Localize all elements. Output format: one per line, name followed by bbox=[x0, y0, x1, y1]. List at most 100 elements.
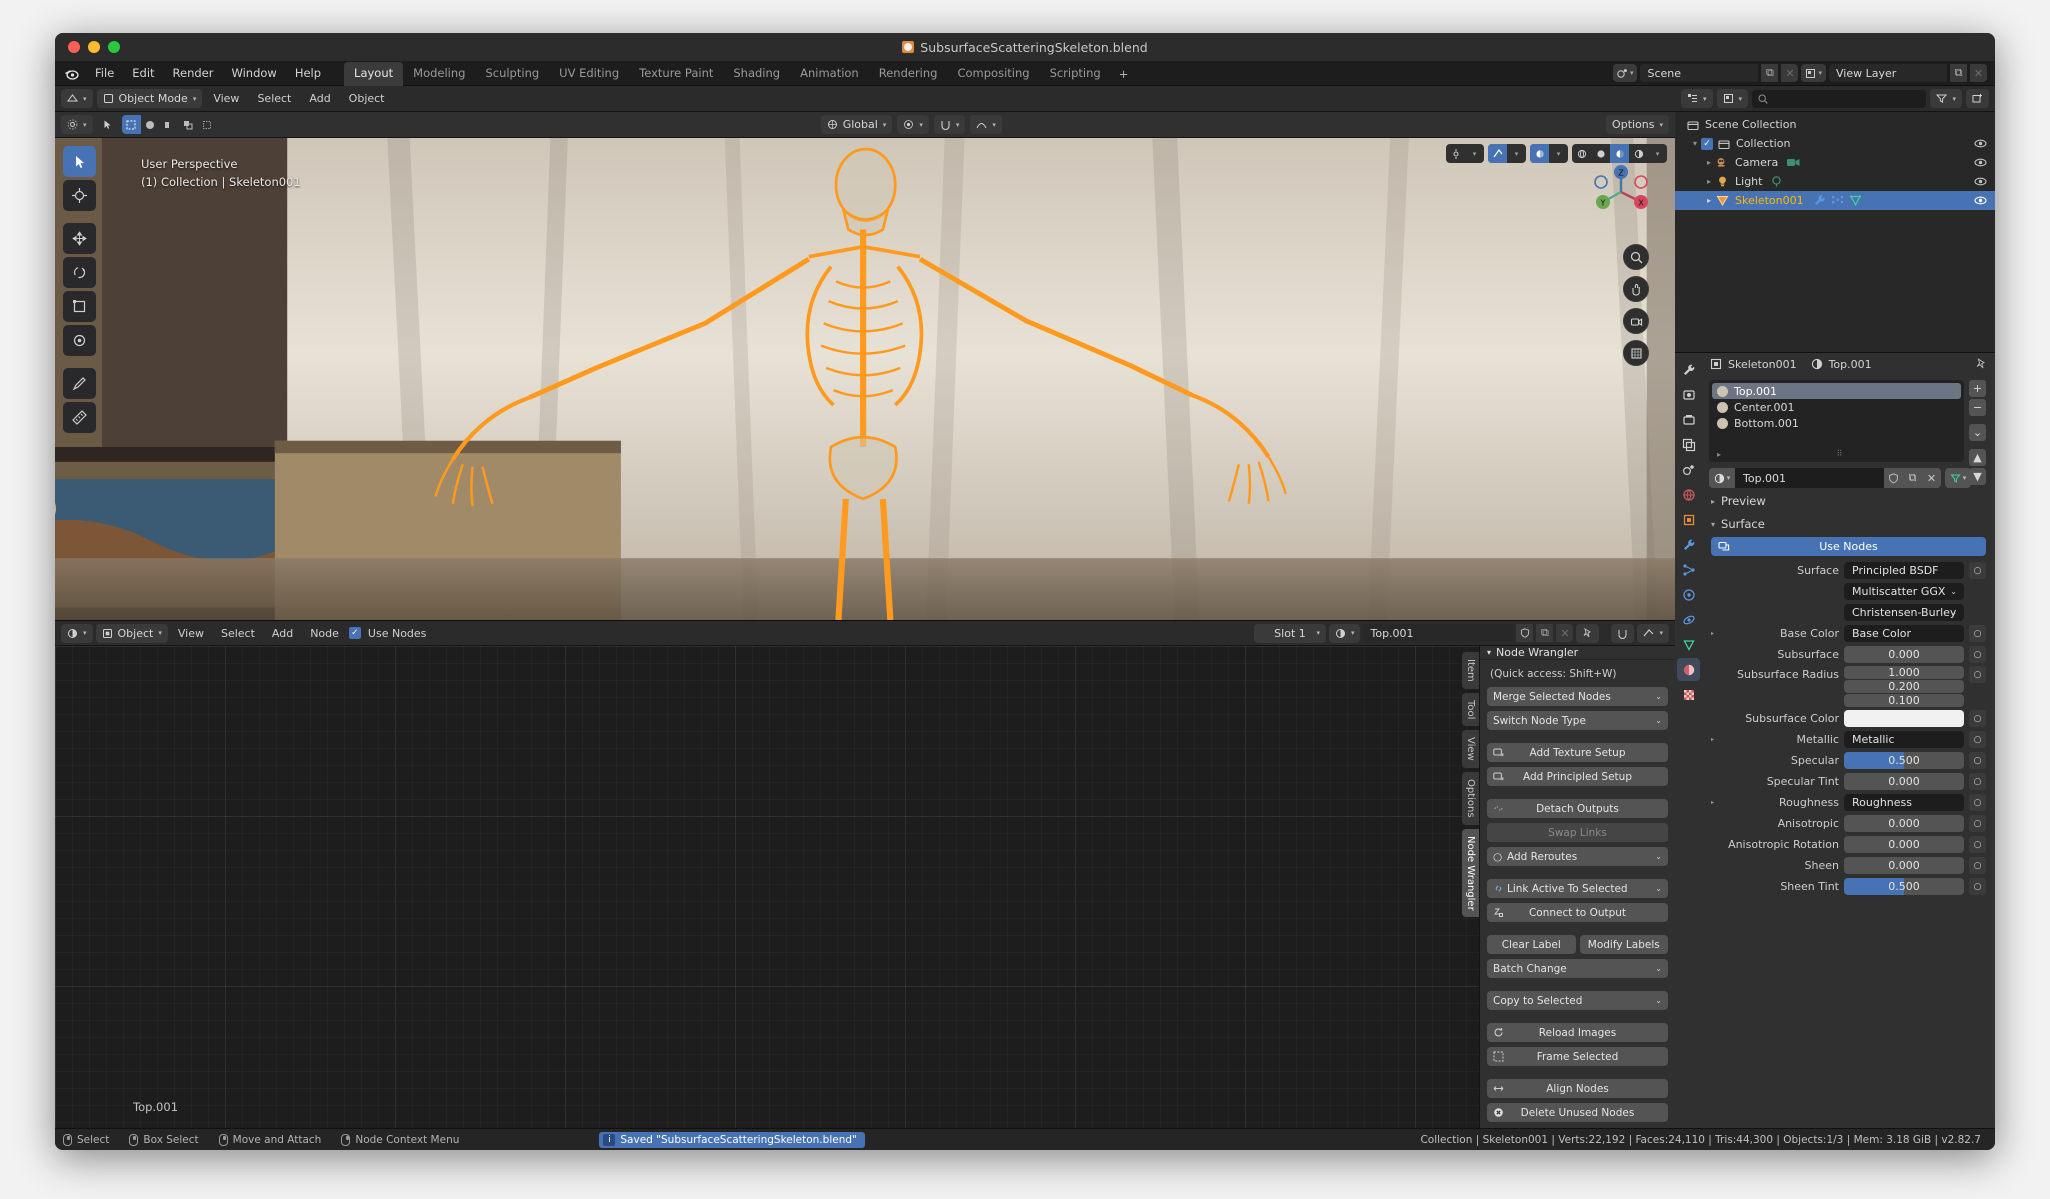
specular-tint-slider[interactable]: 0.000 bbox=[1844, 773, 1964, 790]
light-data-icon[interactable] bbox=[1770, 175, 1783, 188]
fake-user-toggle[interactable] bbox=[1884, 468, 1903, 488]
switch-node-type-dropdown[interactable]: Switch Node Type ⌄ bbox=[1487, 711, 1668, 730]
expand-triangle-icon[interactable]: ▸ bbox=[1711, 799, 1714, 806]
3d-viewport[interactable]: User Perspective (1) Collection | Skelet… bbox=[55, 138, 1675, 620]
animate-property-icon[interactable]: ○ bbox=[1969, 752, 1986, 769]
frame-selected-button[interactable]: Frame Selected bbox=[1487, 1047, 1668, 1066]
menu-window[interactable]: Window bbox=[222, 63, 285, 83]
viewport-options-button[interactable]: Options ▾ bbox=[1606, 115, 1670, 134]
specular-slider[interactable]: 0.500 bbox=[1844, 752, 1964, 769]
add-reroutes-dropdown[interactable]: ○ Add Reroutes ⌄ bbox=[1487, 847, 1668, 866]
tab-view[interactable]: View bbox=[1462, 730, 1479, 768]
move-slot-up-button[interactable]: ▲ bbox=[1969, 449, 1986, 466]
properties-tab-material[interactable] bbox=[1677, 658, 1700, 681]
animate-property-icon[interactable]: ○ bbox=[1969, 562, 1986, 579]
animate-property-icon[interactable]: ○ bbox=[1969, 878, 1986, 895]
tab-node-wrangler[interactable]: Node Wrangler bbox=[1462, 828, 1479, 918]
xray-dropdown-icon[interactable]: ▾ bbox=[1549, 144, 1568, 163]
material-browse-icon[interactable]: ▾ bbox=[1328, 623, 1361, 643]
show-gizmo-icon[interactable] bbox=[1446, 144, 1465, 163]
properties-tab-scene[interactable] bbox=[1677, 458, 1700, 481]
tab-modeling[interactable]: Modeling bbox=[403, 62, 475, 86]
tab-item[interactable]: Item bbox=[1462, 652, 1479, 689]
duplicate-material-button[interactable]: ⧉ bbox=[1536, 624, 1554, 642]
tab-tool[interactable]: Tool bbox=[1462, 692, 1479, 727]
viewlayer-browse-icon[interactable]: ▾ bbox=[1801, 64, 1826, 82]
tool-rotate-icon[interactable] bbox=[63, 257, 96, 288]
node-menu-select[interactable]: Select bbox=[214, 627, 262, 640]
list-resize-grip[interactable]: ⠿ bbox=[1837, 449, 1844, 458]
move-slot-down-button[interactable]: ▼ bbox=[1969, 468, 1986, 485]
visibility-eye-icon[interactable] bbox=[1974, 137, 1987, 150]
tab-layout[interactable]: Layout bbox=[344, 61, 404, 86]
outliner-new-collection-icon[interactable] bbox=[1966, 89, 1989, 108]
tool-transform-icon[interactable] bbox=[63, 325, 96, 356]
node-wrangler-header[interactable]: ▾ Node Wrangler bbox=[1480, 646, 1675, 660]
node-menu-add[interactable]: Add bbox=[265, 627, 300, 640]
surface-shader-selector[interactable]: Principled BSDF bbox=[1844, 562, 1964, 579]
menu-file[interactable]: File bbox=[86, 63, 123, 83]
outliner-filter-icon[interactable]: ▾ bbox=[1930, 89, 1962, 108]
viewport-menu-select[interactable]: Select bbox=[250, 92, 298, 105]
anisotropic-slider[interactable]: 0.000 bbox=[1844, 815, 1964, 832]
list-expand-triangle-icon[interactable]: ▸ bbox=[1717, 450, 1721, 459]
animate-property-icon[interactable]: ○ bbox=[1969, 773, 1986, 790]
tab-compositing[interactable]: Compositing bbox=[947, 62, 1039, 86]
add-principled-setup-button[interactable]: Add Principled Setup bbox=[1487, 767, 1668, 786]
unlink-material-button[interactable]: ✕ bbox=[1922, 468, 1941, 488]
properties-tab-world[interactable] bbox=[1677, 483, 1700, 506]
properties-tab-object[interactable] bbox=[1677, 508, 1700, 531]
outliner[interactable]: Scene Collection ▾ ✓ Collection ▸ Camera bbox=[1675, 112, 1995, 352]
animate-property-icon[interactable]: ○ bbox=[1969, 731, 1986, 748]
detach-outputs-button[interactable]: Detach Outputs bbox=[1487, 799, 1668, 818]
disclosure-triangle-icon[interactable]: ▾ bbox=[1693, 139, 1697, 148]
expand-triangle-icon[interactable]: ▸ bbox=[1711, 630, 1714, 637]
visibility-eye-icon[interactable] bbox=[1974, 175, 1987, 188]
show-overlays-icon[interactable] bbox=[1488, 144, 1507, 163]
select-tweak-icon[interactable] bbox=[98, 115, 117, 134]
snapping-icon[interactable]: ▾ bbox=[933, 115, 966, 134]
properties-tab-physics[interactable] bbox=[1677, 583, 1700, 606]
viewport-menu-view[interactable]: View bbox=[206, 92, 246, 105]
disclosure-triangle-icon[interactable]: ▸ bbox=[1707, 158, 1711, 167]
visibility-eye-icon[interactable] bbox=[1974, 194, 1987, 207]
connect-to-output-button[interactable]: Connect to Output bbox=[1487, 903, 1668, 922]
tab-uv-editing[interactable]: UV Editing bbox=[549, 62, 629, 86]
menu-render[interactable]: Render bbox=[164, 63, 223, 83]
delete-unused-nodes-button[interactable]: Delete Unused Nodes bbox=[1487, 1103, 1668, 1122]
link-active-to-selected-dropdown[interactable]: Link Active To Selected ⌄ bbox=[1487, 879, 1668, 898]
interaction-mode-selector[interactable]: Object Mode ▾ bbox=[96, 89, 203, 108]
toggle-xray-icon[interactable] bbox=[1530, 144, 1549, 163]
animate-property-icon[interactable]: ○ bbox=[1969, 815, 1986, 832]
properties-tab-tool[interactable] bbox=[1677, 358, 1700, 381]
select-box-icon[interactable] bbox=[121, 115, 141, 134]
outliner-row-scene-collection[interactable]: Scene Collection bbox=[1675, 115, 1995, 134]
overlay-dropdown-icon[interactable]: ▾ bbox=[1507, 144, 1526, 163]
modify-labels-button[interactable]: Modify Labels bbox=[1579, 935, 1668, 954]
proportional-edit-icon[interactable]: ▾ bbox=[970, 115, 1002, 134]
remove-viewlayer-button[interactable]: ✕ bbox=[1970, 64, 1987, 82]
add-workspace-button[interactable]: + bbox=[1111, 63, 1137, 86]
material-specials-menu-button[interactable]: ⌄ bbox=[1969, 424, 1986, 441]
animate-property-icon[interactable]: ○ bbox=[1969, 857, 1986, 874]
anisotropic-rotation-slider[interactable]: 0.000 bbox=[1844, 836, 1964, 853]
navigation-gizmo[interactable]: X Z Y bbox=[1585, 156, 1657, 228]
viewport-gizmo-group[interactable]: ▾ bbox=[1446, 144, 1484, 163]
subsurface-method-selector[interactable]: Christensen-Burley ⌄ bbox=[1844, 604, 1964, 621]
add-material-slot-button[interactable]: + bbox=[1969, 380, 1986, 397]
sheen-tint-slider[interactable]: 0.500 bbox=[1844, 878, 1964, 895]
new-viewlayer-button[interactable]: ⧉ bbox=[1950, 64, 1967, 82]
camera-view-icon[interactable] bbox=[1623, 308, 1649, 334]
distribution-selector[interactable]: Multiscatter GGX ⌄ bbox=[1844, 583, 1964, 600]
copy-to-selected-dropdown[interactable]: Copy to Selected ⌄ bbox=[1487, 991, 1668, 1010]
duplicate-material-button[interactable]: ⧉ bbox=[1903, 468, 1922, 488]
node-editor-canvas[interactable]: Mapping Textures ▾HumanMaleSkeleton1_Top… bbox=[55, 646, 1675, 1128]
properties-tab-particles[interactable] bbox=[1677, 558, 1700, 581]
unlink-scene-button[interactable]: ✕ bbox=[1781, 64, 1799, 82]
select-circle-icon[interactable] bbox=[141, 115, 160, 134]
menu-edit[interactable]: Edit bbox=[123, 63, 163, 83]
material-slot-list[interactable]: Top.001 Center.001 Bottom.001 ▸ ⠿ + − ⌄ … bbox=[1709, 380, 1986, 485]
tool-measure-icon[interactable] bbox=[63, 402, 96, 433]
mesh-data-icon[interactable] bbox=[1849, 194, 1862, 207]
tab-sculpting[interactable]: Sculpting bbox=[475, 62, 549, 86]
